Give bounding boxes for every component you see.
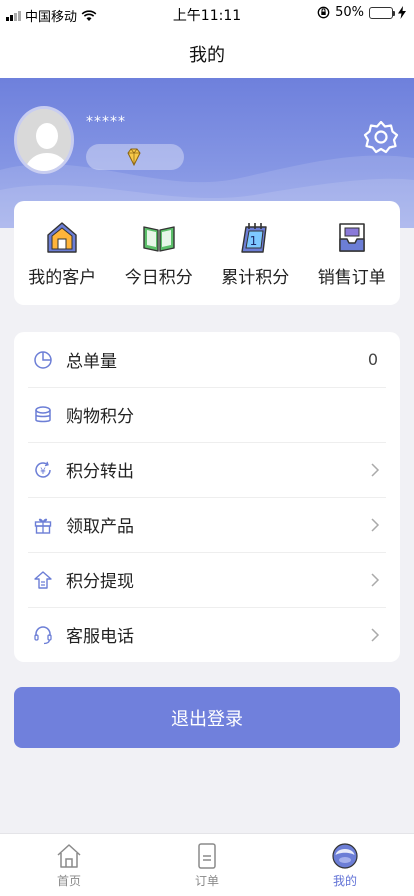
quick-action-label: 今日积分 [124,267,193,288]
headset-icon [32,624,54,646]
tab-me[interactable]: 我的 [276,834,414,896]
battery-icon [369,6,395,19]
menu-row-label: 积分转出 [66,462,134,482]
menu-row-points-withdraw[interactable]: 积分提现 [14,552,400,607]
book-icon [143,225,175,252]
menu-row-label: 客服电话 [66,627,134,647]
calendar-icon: 1 [241,222,267,253]
pie-chart-icon [32,349,54,371]
username: ***** [86,114,126,130]
menu-row-claim-product[interactable]: 领取产品 [14,497,400,552]
gear-icon [363,120,399,154]
menu-list: 总单量 0 购物积分 ¥ 积分转出 领取产品 积分提现 客服电话 [14,332,400,662]
svg-text:¥: ¥ [40,467,46,477]
quick-action-my-customers[interactable]: 我的客户 [17,219,107,288]
chevron-right-icon [371,627,380,642]
menu-row-customer-service[interactable]: 客服电话 [14,607,400,662]
tab-bar: 首页 订单 我的 [0,833,414,896]
chevron-right-icon [371,517,380,532]
yuan-refresh-icon: ¥ [32,459,54,481]
status-right: 50% [317,5,406,20]
logout-button[interactable]: 退出登录 [14,687,400,748]
quick-action-label: 销售订单 [317,267,386,288]
menu-row-total-orders[interactable]: 总单量 0 [14,332,400,387]
tab-home[interactable]: 首页 [0,834,138,896]
chevron-right-icon [371,462,380,477]
menu-row-label: 总单量 [66,352,117,372]
tab-label: 订单 [194,874,219,888]
menu-row-points-transfer[interactable]: ¥ 积分转出 [14,442,400,497]
level-badge [86,144,184,170]
tab-label: 首页 [56,874,81,888]
nav-bar: 我的 [0,28,414,78]
page-title: 我的 [189,45,225,66]
battery-percent: 50% [335,5,364,20]
profile-face-icon [332,843,358,869]
menu-row-label: 积分提现 [66,572,134,592]
avatar[interactable] [14,106,74,174]
home-icon [57,844,81,868]
quick-action-today-points[interactable]: 今日积分 [114,219,204,288]
quick-action-label: 我的客户 [28,267,97,288]
inbox-icon [338,222,365,252]
document-icon [198,843,216,869]
quick-actions-card: 我的客户 今日积分 1 累计积分 销售订单 [14,201,400,305]
quick-action-sales-orders[interactable]: 销售订单 [307,219,397,288]
total-orders-value: 0 [367,350,378,369]
menu-row-shopping-points[interactable]: 购物积分 [14,387,400,442]
gift-icon [32,514,54,536]
withdraw-icon [32,569,54,591]
settings-button[interactable] [362,118,400,156]
diamond-icon [127,148,141,167]
house-icon [47,221,77,253]
coins-stack-icon [32,404,54,426]
charging-bolt-icon [398,6,406,19]
quick-action-total-points[interactable]: 1 累计积分 [210,219,300,288]
menu-row-label: 领取产品 [66,517,134,537]
menu-row-label: 购物积分 [66,407,134,427]
quick-action-label: 累计积分 [221,267,290,288]
tab-orders[interactable]: 订单 [138,834,276,896]
orientation-lock-icon [317,6,330,19]
chevron-right-icon [371,572,380,587]
svg-text:1: 1 [250,234,258,248]
status-bar: 中国移动 上午11:11 50% [0,0,414,28]
tab-label: 我的 [332,874,357,888]
